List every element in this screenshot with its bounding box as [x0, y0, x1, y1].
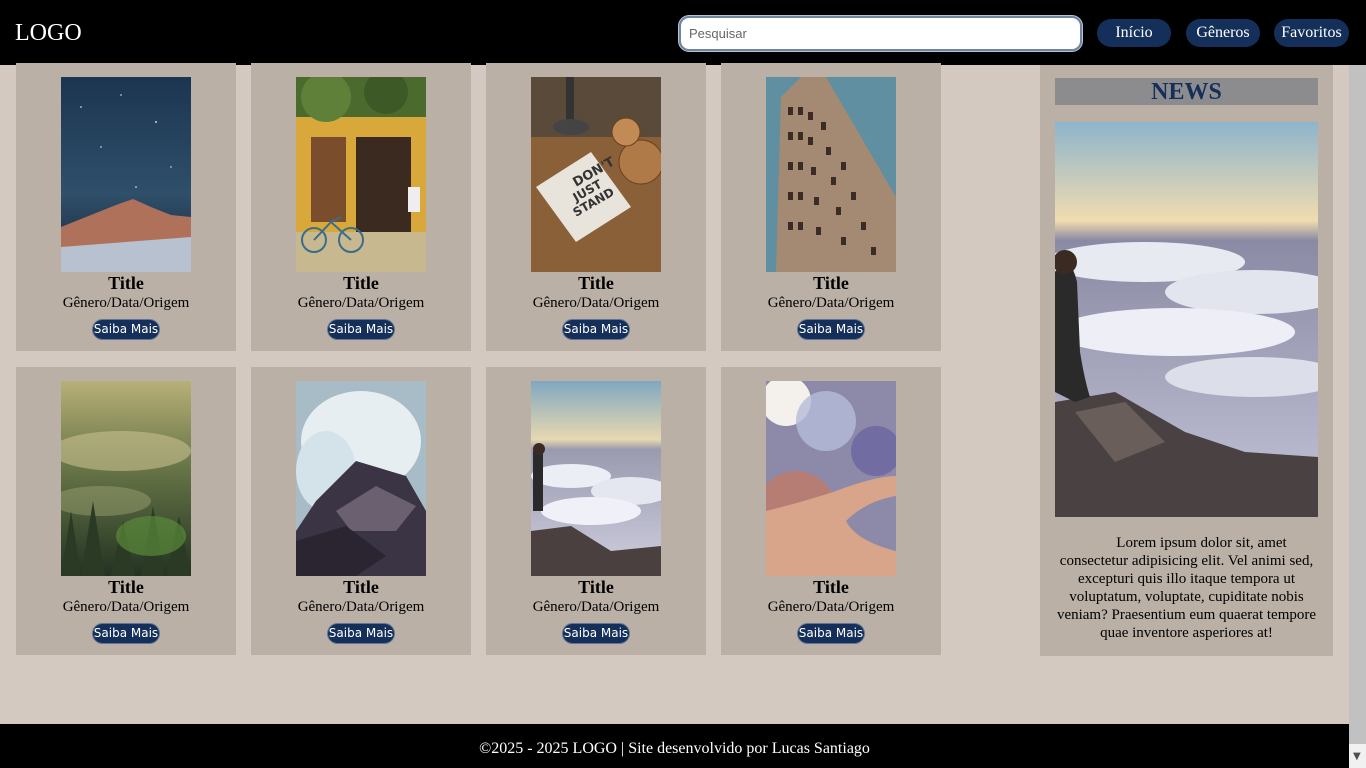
content-card: Title Gênero/Data/Origem Saiba Mais	[721, 367, 941, 655]
page-scrollbar[interactable]: ▼	[1349, 65, 1366, 768]
search-input[interactable]	[679, 16, 1082, 51]
card-image-flatiron-building	[766, 77, 896, 272]
saiba-mais-button[interactable]: Saiba Mais	[92, 319, 160, 340]
scrollbar-track[interactable]: ▼	[1349, 744, 1366, 768]
site-footer: ©2025 - 2025 LOGO | Site desenvolvido po…	[0, 724, 1349, 768]
content-card: Title Gênero/Data/Origem Saiba Mais	[721, 63, 941, 351]
card-meta: Gênero/Data/Origem	[297, 295, 425, 311]
card-title: Title	[343, 577, 379, 597]
card-meta: Gênero/Data/Origem	[62, 295, 190, 311]
saiba-mais-button[interactable]: Saiba Mais	[797, 623, 865, 644]
card-title: Title	[578, 577, 614, 597]
site-header: LOGO Início Gêneros Favoritos	[0, 0, 1366, 65]
card-title: Title	[578, 273, 614, 293]
card-image-above-clouds	[531, 381, 661, 576]
scroll-down-arrow-icon[interactable]: ▼	[1353, 752, 1361, 762]
card-image-misty-forest	[61, 381, 191, 576]
saiba-mais-button[interactable]: Saiba Mais	[327, 623, 395, 644]
card-title: Title	[343, 273, 379, 293]
card-meta: Gênero/Data/Origem	[767, 295, 895, 311]
card-meta: Gênero/Data/Origem	[532, 295, 660, 311]
news-image-above-clouds	[1055, 122, 1318, 517]
nav-inicio-button[interactable]: Início	[1097, 19, 1171, 47]
card-meta: Gênero/Data/Origem	[532, 599, 660, 615]
content-card: Title Gênero/Data/Origem Saiba Mais	[486, 367, 706, 655]
content-card: Title Gênero/Data/Origem Saiba Mais	[251, 367, 471, 655]
card-meta: Gênero/Data/Origem	[62, 599, 190, 615]
card-image-yellow-house	[296, 77, 426, 272]
card-image-pointing-hand	[766, 381, 896, 576]
saiba-mais-button[interactable]: Saiba Mais	[797, 319, 865, 340]
card-meta: Gênero/Data/Origem	[767, 599, 895, 615]
site-logo[interactable]: LOGO	[15, 19, 82, 47]
content-card: Title Gênero/Data/Origem Saiba Mais	[16, 367, 236, 655]
saiba-mais-button[interactable]: Saiba Mais	[92, 623, 160, 644]
card-title: Title	[108, 273, 144, 293]
card-title: Title	[813, 577, 849, 597]
nav-favoritos-button[interactable]: Favoritos	[1274, 19, 1349, 47]
content-card: Title Gênero/Data/Origem Saiba Mais	[16, 63, 236, 351]
saiba-mais-button[interactable]: Saiba Mais	[327, 319, 395, 340]
content-card: DON'T JUST STAND Title Gênero/Data/Orige…	[486, 63, 706, 351]
card-title: Title	[108, 577, 144, 597]
nav-generos-button[interactable]: Gêneros	[1186, 19, 1260, 47]
news-text: Lorem ipsum dolor sit, amet consectetur …	[1056, 535, 1317, 641]
footer-text: ©2025 - 2025 LOGO | Site desenvolvido po…	[479, 740, 870, 757]
card-image-waves-rocks	[296, 381, 426, 576]
news-panel: NEWS Lorem ipsum dolor sit, amet consect…	[1040, 65, 1333, 656]
saiba-mais-button[interactable]: Saiba Mais	[562, 623, 630, 644]
news-heading: NEWS	[1055, 78, 1318, 105]
card-title: Title	[813, 273, 849, 293]
card-image-notebook: DON'T JUST STAND	[531, 77, 661, 272]
card-image-starry-mountain	[61, 77, 191, 272]
content-card: Title Gênero/Data/Origem Saiba Mais	[251, 63, 471, 351]
saiba-mais-button[interactable]: Saiba Mais	[562, 319, 630, 340]
card-meta: Gênero/Data/Origem	[297, 599, 425, 615]
